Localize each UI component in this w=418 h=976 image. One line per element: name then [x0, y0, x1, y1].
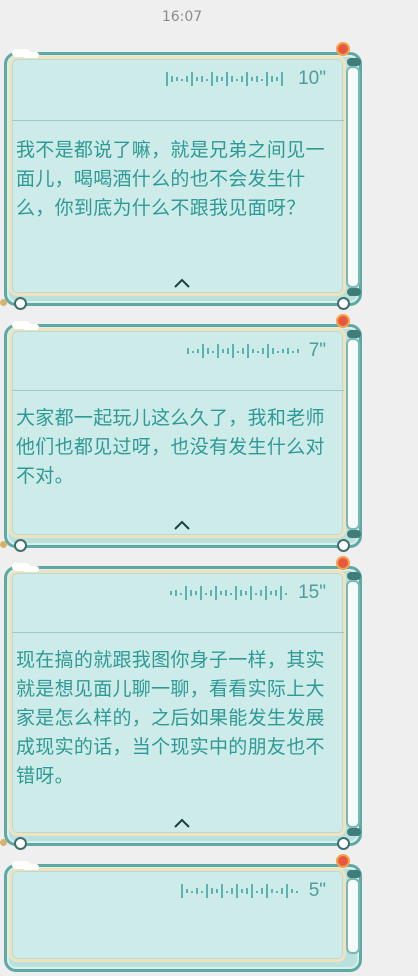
voice-message-bubble[interactable]: 5" — [0, 856, 364, 976]
voice-playback[interactable]: 15" — [170, 582, 326, 604]
wheel-decoration-icon — [14, 539, 27, 552]
wheel-decoration-icon — [337, 297, 350, 310]
voice-duration: 5" — [308, 880, 326, 901]
voice-message-bubble[interactable]: 10" 我不是都说了嘛，就是兄弟之间见一面儿，喝喝酒什么的也不会发生什么，你到底… — [0, 44, 364, 310]
corner-decoration-icon — [0, 839, 7, 846]
voice-playback[interactable]: 10" — [166, 68, 326, 90]
voice-waveform-icon — [166, 72, 284, 86]
wheel-decoration-icon — [14, 837, 27, 850]
bubble-scroll-rail — [346, 338, 360, 530]
flower-decoration-icon — [338, 44, 348, 54]
collapse-transcript-button[interactable] — [0, 274, 364, 292]
voice-duration: 7" — [308, 340, 326, 361]
rail-cap-icon — [347, 330, 361, 338]
transcript-text: 大家都一起玩儿这么久了，我和老师他们也都见过呀，也没有发生什么对不对。 — [16, 407, 325, 487]
bubble-divider — [12, 120, 344, 121]
bubble-scroll-rail — [346, 878, 360, 954]
voice-duration: 10" — [298, 68, 326, 89]
corner-decoration-icon — [0, 299, 7, 306]
wheel-decoration-icon — [14, 297, 27, 310]
message-timestamp: 16:07 — [161, 9, 203, 25]
transcript-text: 我不是都说了嘛，就是兄弟之间见一面儿，喝喝酒什么的也不会发生什么，你到底为什么不… — [16, 139, 325, 219]
chevron-up-icon — [174, 520, 190, 530]
collapse-transcript-button[interactable] — [0, 814, 364, 832]
voice-waveform-icon — [180, 884, 298, 898]
cloud-decoration-icon — [12, 321, 30, 329]
cloud-decoration-icon — [12, 563, 30, 571]
flower-decoration-icon — [338, 316, 348, 326]
voice-playback[interactable]: 7" — [186, 340, 326, 362]
cloud-decoration-icon — [12, 49, 30, 57]
voice-waveform-icon — [186, 344, 299, 358]
voice-playback[interactable]: 5" — [180, 880, 326, 902]
voice-message-bubble[interactable]: 15" 现在搞的就跟我图你身子一样，其实就是想见面儿聊一聊，看看实际上大家是怎么… — [0, 558, 364, 850]
wheel-decoration-icon — [337, 837, 350, 850]
chevron-up-icon — [174, 278, 190, 288]
transcript-text: 现在搞的就跟我图你身子一样，其实就是想见面儿聊一聊，看看实际上大家是怎么样的，之… — [16, 649, 325, 787]
rail-cap-icon — [347, 58, 361, 66]
collapse-transcript-button[interactable] — [0, 516, 364, 534]
wheel-decoration-icon — [337, 539, 350, 552]
corner-decoration-icon — [0, 541, 7, 548]
bubble-divider — [12, 390, 344, 391]
bubble-divider — [12, 632, 344, 633]
voice-duration: 15" — [298, 582, 326, 603]
chevron-up-icon — [174, 818, 190, 828]
cloud-decoration-icon — [12, 861, 30, 869]
bubble-scroll-rail — [346, 580, 360, 828]
voice-waveform-icon — [170, 586, 288, 600]
bubble-scroll-rail — [346, 66, 360, 288]
voice-message-bubble[interactable]: 7" 大家都一起玩儿这么久了，我和老师他们也都见过呀，也没有发生什么对不对。 — [0, 316, 364, 552]
flower-decoration-icon — [338, 856, 348, 866]
rail-cap-icon — [347, 572, 361, 580]
flower-decoration-icon — [338, 558, 348, 568]
rail-cap-icon — [347, 870, 361, 878]
